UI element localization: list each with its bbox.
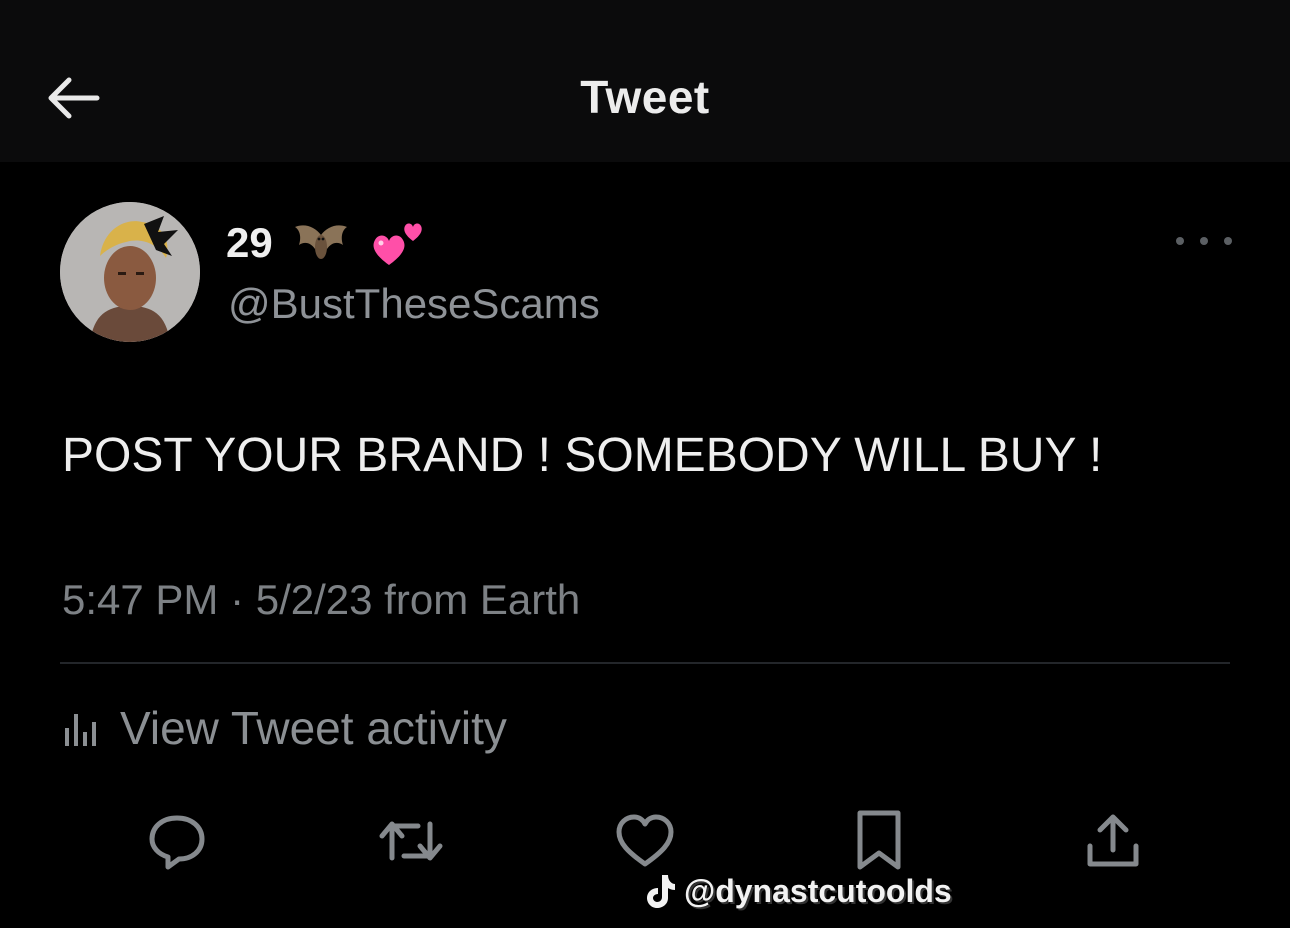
bat-emoji <box>294 225 347 259</box>
dot-icon <box>1224 237 1232 245</box>
author-name-row: 29 <box>226 210 429 276</box>
share-icon <box>1087 814 1139 867</box>
avatar[interactable] <box>60 202 200 342</box>
reply-button[interactable] <box>142 806 212 876</box>
tweet-timestamp: 5:47 PM · 5/2/23 from Earth <box>62 576 581 623</box>
retweet-button[interactable] <box>376 806 446 876</box>
dot-icon <box>1176 237 1184 245</box>
bar-chart-icon <box>65 714 96 746</box>
top-bar: Tweet <box>0 0 1290 162</box>
tiktok-watermark: @dynastcutoolds <box>646 866 952 916</box>
like-icon <box>616 814 674 867</box>
more-options-button[interactable] <box>1176 226 1232 256</box>
bookmark-icon <box>857 810 901 870</box>
author-handle[interactable]: @BustTheseScams <box>228 280 600 328</box>
watermark-text: @dynastcutoolds <box>684 872 952 909</box>
view-activity-button[interactable]: View Tweet activity <box>62 700 507 756</box>
reply-icon <box>149 815 205 870</box>
dot-icon <box>1200 237 1208 245</box>
view-activity-label: View Tweet activity <box>120 702 507 754</box>
display-name[interactable]: 29 <box>226 219 273 267</box>
two-hearts-emoji <box>373 223 422 265</box>
tweet-text: POST YOUR BRAND ! SOMEBODY WILL BUY ! <box>62 429 1103 482</box>
share-button[interactable] <box>1078 806 1148 876</box>
avatar-image <box>60 202 200 342</box>
retweet-icon <box>379 821 443 861</box>
divider <box>60 662 1230 664</box>
tiktok-icon <box>647 875 675 908</box>
page-title: Tweet <box>580 71 710 123</box>
